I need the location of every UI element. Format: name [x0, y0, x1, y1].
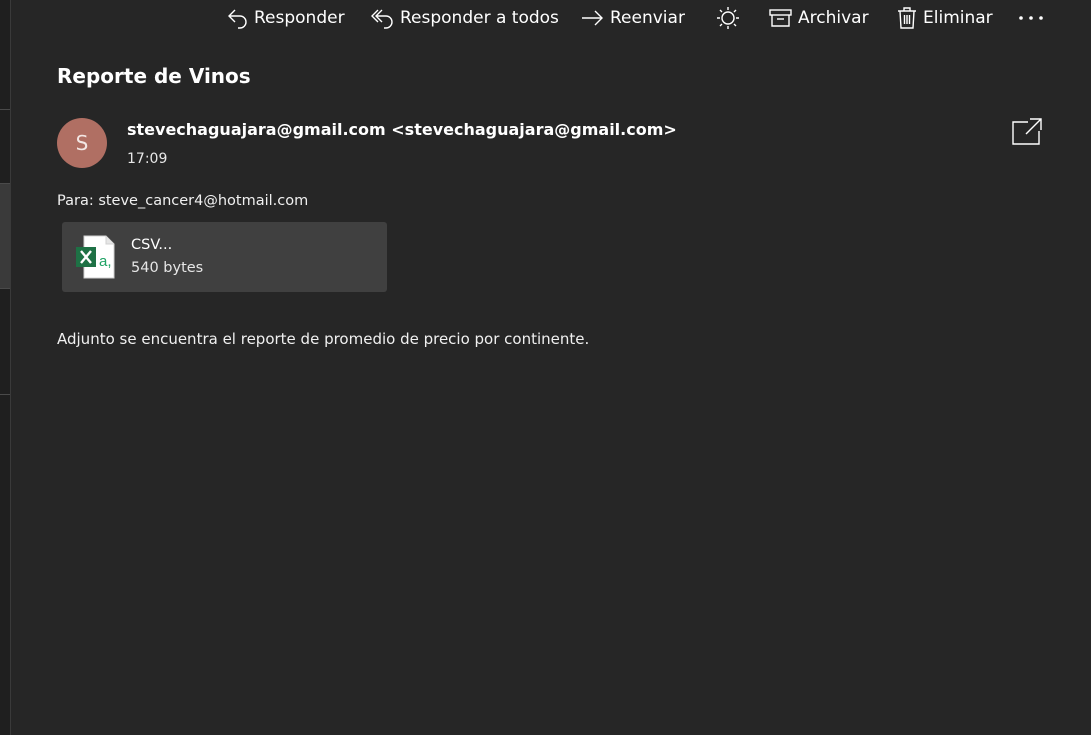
sweep-button[interactable] — [715, 0, 741, 36]
delete-button[interactable]: Eliminar — [895, 0, 993, 36]
list-divider — [0, 394, 10, 395]
forward-button[interactable]: Reenviar — [580, 0, 685, 36]
message-list-edge — [0, 0, 11, 735]
more-icon — [1017, 6, 1045, 30]
list-divider — [0, 183, 10, 184]
archive-button[interactable]: Archivar — [768, 0, 869, 36]
svg-text:a,: a, — [99, 253, 112, 270]
forward-label: Reenviar — [610, 8, 685, 28]
reply-all-button[interactable]: Responder a todos — [370, 0, 559, 36]
reply-button[interactable]: Responder — [226, 0, 345, 36]
list-divider — [0, 288, 10, 289]
archive-label: Archivar — [798, 8, 869, 28]
message-body: Adjunto se encuentra el reporte de prome… — [57, 330, 590, 348]
delete-label: Eliminar — [923, 8, 993, 28]
popout-icon — [1010, 118, 1044, 151]
trash-icon — [895, 5, 919, 31]
message-time: 17:09 — [127, 151, 168, 167]
sender-address[interactable]: stevechaguajara@gmail.com <stevechaguaja… — [127, 120, 677, 139]
sun-icon — [715, 5, 741, 31]
excel-file-icon: a, — [74, 234, 116, 280]
mail-reading-pane: Responder Responder a todos Reenviar Arc… — [0, 0, 1091, 735]
avatar-initial: S — [75, 131, 89, 155]
more-button[interactable] — [1017, 0, 1045, 36]
recipient-line: Para: steve_cancer4@hotmail.com — [57, 193, 309, 209]
reply-all-icon — [370, 6, 396, 30]
message-subject: Reporte de Vinos — [57, 64, 251, 88]
reply-icon — [226, 6, 250, 30]
attachment-name: CSV... — [131, 237, 173, 253]
selected-list-item[interactable] — [0, 183, 10, 288]
reply-label: Responder — [254, 8, 345, 28]
avatar: S — [57, 118, 107, 168]
list-divider — [0, 109, 10, 110]
forward-icon — [580, 6, 606, 30]
attachment-size: 540 bytes — [131, 260, 204, 276]
archive-icon — [768, 6, 794, 30]
open-in-new-window-button[interactable] — [1010, 117, 1044, 147]
reply-all-label: Responder a todos — [400, 8, 559, 28]
attachment-card[interactable]: a, CSV... 540 bytes — [62, 222, 387, 292]
